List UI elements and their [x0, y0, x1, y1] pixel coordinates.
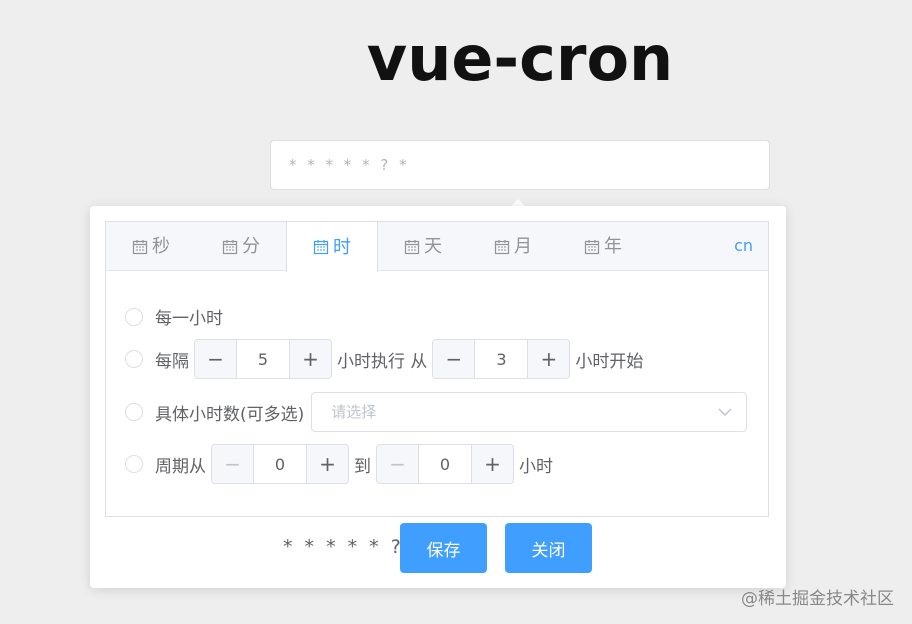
- tab-label: 分: [242, 236, 260, 257]
- interval-prefix: 每隔: [155, 351, 189, 372]
- cron-expression-input[interactable]: * * * * * ? *: [270, 140, 770, 190]
- calendar-icon: [404, 239, 420, 254]
- cycle-prefix: 周期从: [155, 456, 206, 477]
- chevron-down-icon: [718, 408, 732, 417]
- cycle-from-value[interactable]: 0: [254, 445, 306, 483]
- cycle-suffix: 小时: [519, 456, 553, 477]
- tab-minute[interactable]: 分: [196, 222, 286, 271]
- option-label: 每一小时: [155, 309, 223, 329]
- save-button[interactable]: 保存: [400, 523, 487, 573]
- tab-label: 秒: [152, 236, 170, 257]
- decrement-button[interactable]: −: [195, 340, 237, 378]
- increment-button[interactable]: +: [289, 340, 331, 378]
- increment-button[interactable]: +: [471, 445, 513, 483]
- tab-year[interactable]: 年: [558, 222, 648, 271]
- increment-button[interactable]: +: [306, 445, 348, 483]
- radio-specific[interactable]: [125, 403, 143, 421]
- calendar-icon: [494, 239, 510, 254]
- option-interval[interactable]: 每隔 − 5 + 小时执行 从 − 3 + 小时开始: [125, 339, 643, 379]
- hours-multiselect[interactable]: 请选择: [311, 392, 748, 432]
- tabs-container: 秒 分 时 天 月 年 cn 每一小时 每隔 − 5 + 小时执行 从 − 3 …: [105, 221, 769, 517]
- specific-label: 具体小时数(可多选): [155, 404, 305, 425]
- radio-cycle[interactable]: [125, 455, 143, 473]
- cycle-middle: 到: [354, 456, 371, 477]
- tabs-header: 秒 分 时 天 月 年 cn: [106, 222, 768, 272]
- calendar-icon: [222, 239, 238, 254]
- option-specific[interactable]: 具体小时数(可多选) 请选择: [125, 392, 748, 432]
- language-toggle[interactable]: cn: [734, 222, 753, 269]
- tab-label: 时: [333, 236, 351, 258]
- tab-label: 年: [604, 236, 622, 257]
- decrement-button[interactable]: −: [212, 445, 254, 483]
- calendar-icon: [584, 239, 600, 254]
- tab-hour[interactable]: 时: [286, 222, 378, 272]
- interval-start-stepper[interactable]: − 3 +: [432, 339, 571, 379]
- cycle-from-stepper[interactable]: − 0 +: [211, 444, 349, 484]
- tab-month[interactable]: 月: [468, 222, 558, 271]
- interval-start-value[interactable]: 3: [475, 340, 527, 378]
- close-button[interactable]: 关闭: [505, 523, 592, 573]
- increment-button[interactable]: +: [527, 340, 570, 378]
- interval-suffix: 小时开始: [575, 351, 644, 372]
- interval-every-stepper[interactable]: − 5 +: [194, 339, 332, 379]
- interval-middle: 小时执行 从: [337, 351, 428, 372]
- select-placeholder: 请选择: [331, 403, 377, 421]
- option-cycle[interactable]: 周期从 − 0 + 到 − 0 + 小时: [125, 444, 553, 484]
- calendar-icon: [313, 240, 329, 255]
- page-title: vue-cron: [366, 22, 674, 95]
- decrement-button[interactable]: −: [377, 445, 419, 483]
- decrement-button[interactable]: −: [433, 340, 476, 378]
- option-every-hour[interactable]: 每一小时: [125, 304, 223, 329]
- cron-popover: 秒 分 时 天 月 年 cn 每一小时 每隔 − 5 + 小时执行 从 − 3 …: [90, 206, 786, 588]
- cycle-to-value[interactable]: 0: [419, 445, 471, 483]
- calendar-icon: [132, 239, 148, 254]
- watermark: @稀土掘金技术社区: [741, 589, 894, 609]
- radio-every[interactable]: [125, 307, 143, 326]
- tab-day[interactable]: 天: [378, 222, 468, 271]
- tab-label: 天: [424, 236, 442, 257]
- interval-every-value[interactable]: 5: [237, 340, 289, 378]
- radio-interval[interactable]: [125, 350, 143, 368]
- tab-second[interactable]: 秒: [106, 222, 196, 271]
- tab-label: 月: [514, 236, 532, 257]
- cycle-to-stepper[interactable]: − 0 +: [376, 444, 514, 484]
